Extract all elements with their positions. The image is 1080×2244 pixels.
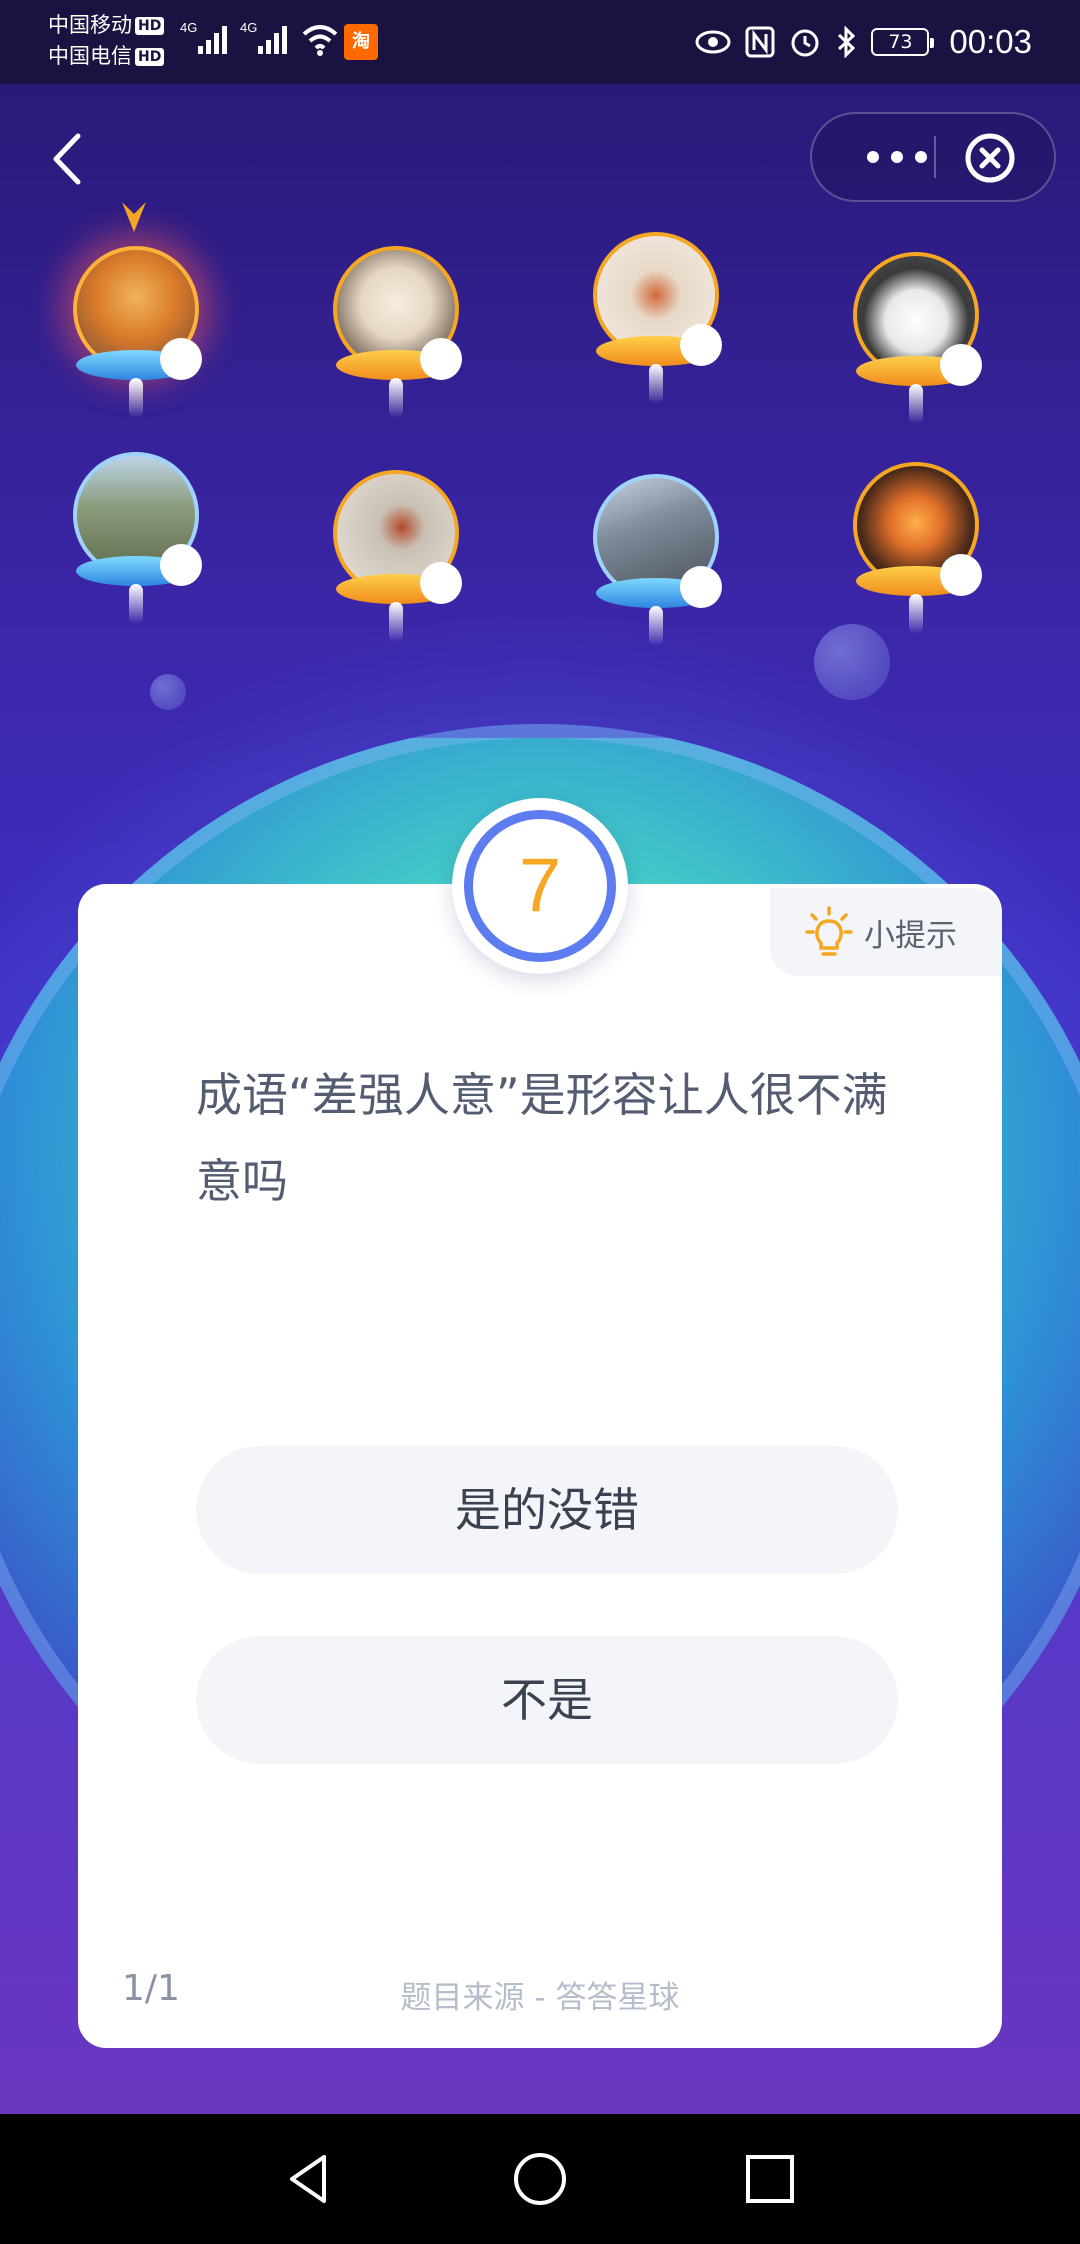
current-player-marker-icon xyxy=(122,202,146,232)
bluetooth-icon xyxy=(838,26,856,58)
answer-status-dot xyxy=(680,566,722,608)
answer-status-dot xyxy=(160,338,202,380)
answer-status-dot xyxy=(420,338,462,380)
player-avatar xyxy=(586,232,726,432)
more-dots-icon xyxy=(915,151,927,163)
battery-icon: 73 xyxy=(871,28,935,56)
nav-recents-button[interactable] xyxy=(740,2149,800,2209)
question-text: 成语“差强人意”是形容让人很不满意吗 xyxy=(196,1068,888,1208)
rocket-flame xyxy=(129,584,143,624)
alarm-icon xyxy=(791,29,819,57)
hint-button[interactable]: 小提示 xyxy=(770,888,1002,976)
status-bar: 中国移动 HD 中国电信 HD 4G 4G 淘 73 00:03 xyxy=(0,0,1080,84)
player-avatar xyxy=(326,470,466,670)
status-right: 73 00:03 xyxy=(695,20,1032,64)
clock: 00:03 xyxy=(949,23,1032,60)
answer-status-dot xyxy=(420,562,462,604)
network-1-label: 4G xyxy=(180,20,197,35)
rocket-flame xyxy=(909,594,923,634)
hd-badge: HD xyxy=(135,48,165,66)
mini-program-capsule xyxy=(810,112,1056,202)
eye-comfort-icon xyxy=(695,30,731,54)
player-avatar-me xyxy=(66,246,206,446)
network-2-label: 4G xyxy=(240,20,257,35)
lightbulb-icon xyxy=(805,906,853,956)
more-dots-icon xyxy=(891,151,903,163)
rocket-flame xyxy=(389,602,403,642)
nav-home-button[interactable] xyxy=(510,2149,570,2209)
carrier-info: 中国移动 HD 中国电信 HD xyxy=(48,10,165,72)
nav-back-button[interactable] xyxy=(280,2149,340,2209)
answer-status-dot xyxy=(160,544,202,586)
hd-badge: HD xyxy=(135,17,165,35)
rocket-flame xyxy=(909,384,923,424)
rocket-flame xyxy=(649,606,663,646)
answer-option-yes[interactable]: 是的没错 xyxy=(196,1446,898,1574)
carrier-1: 中国移动 xyxy=(48,13,132,37)
taobao-notification-icon: 淘 xyxy=(344,24,378,60)
rocket-flame xyxy=(389,378,403,418)
nfc-icon xyxy=(745,26,775,58)
answer-option-no[interactable]: 不是 xyxy=(196,1636,898,1764)
rocket-flame xyxy=(649,364,663,404)
question-progress: 1/1 xyxy=(122,1968,180,2009)
wifi-icon xyxy=(302,25,338,56)
countdown-number: 7 xyxy=(518,843,562,928)
answer-status-dot xyxy=(940,344,982,386)
countdown-timer: 7 xyxy=(452,798,628,974)
decor-bubble xyxy=(150,674,186,710)
capsule-divider xyxy=(934,136,936,178)
rocket-flame xyxy=(129,378,143,418)
question-source: 题目来源 - 答答星球 xyxy=(400,1980,680,2016)
answer-status-dot xyxy=(940,554,982,596)
more-dots-icon xyxy=(867,151,879,163)
back-button[interactable] xyxy=(44,124,100,194)
signal-1-icon: 4G xyxy=(180,20,227,54)
player-avatar xyxy=(846,252,986,452)
system-navigation-bar xyxy=(0,2114,1080,2244)
answer-status-dot xyxy=(680,324,722,366)
hint-label: 小提示 xyxy=(864,917,957,954)
carrier-2: 中国电信 xyxy=(48,44,132,68)
player-avatar xyxy=(326,246,466,446)
signal-2-icon: 4G xyxy=(240,20,287,54)
player-avatar xyxy=(66,452,206,652)
close-button[interactable] xyxy=(964,132,1016,184)
player-avatar xyxy=(586,474,726,674)
player-avatar xyxy=(846,462,986,662)
